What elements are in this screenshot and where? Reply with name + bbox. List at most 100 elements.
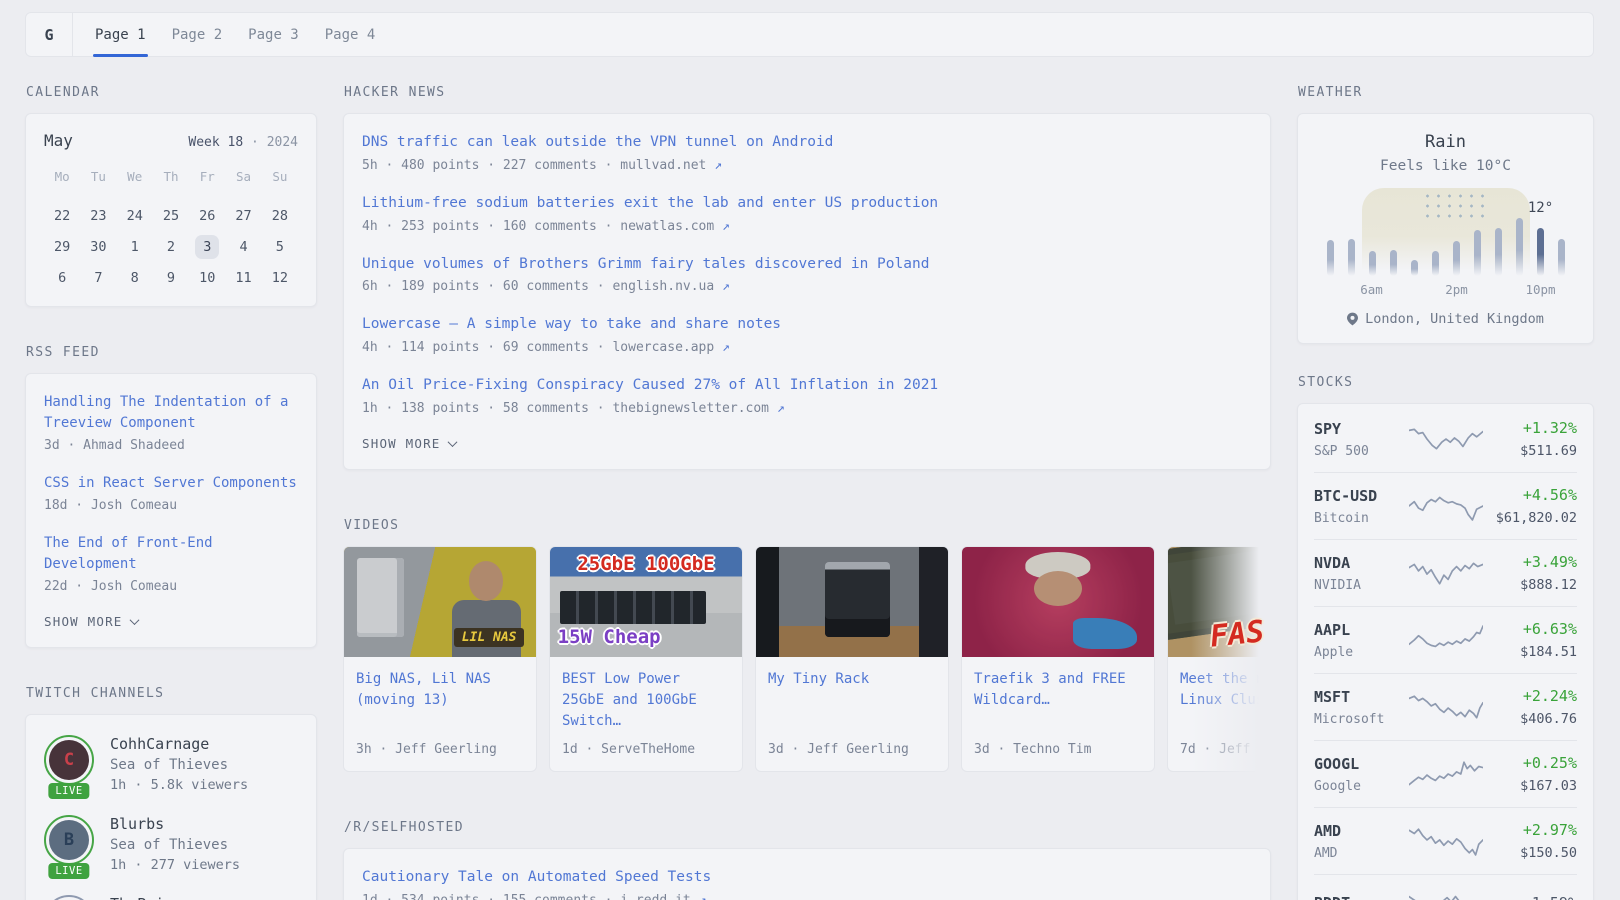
hn-item-link[interactable]: An Oil Price-Fixing Conspiracy Caused 27… <box>362 375 1252 397</box>
page-tabs: Page 1 Page 2 Page 3 Page 4 <box>73 13 375 56</box>
stock-company-name: AMD <box>1314 846 1409 861</box>
reddit-item-meta-text: 1d · 534 points · 155 comments · <box>362 893 612 900</box>
hn-item-meta: 5h · 480 points · 227 comments · mullvad… <box>362 158 1252 173</box>
reddit-item-link[interactable]: Cautionary Tale on Automated Speed Tests <box>362 867 1252 889</box>
video-card[interactable]: My Tiny Rack 3d · Jeff Geerling <box>755 546 949 772</box>
hn-item-meta-text: 1h · 138 points · 58 comments · <box>362 401 605 416</box>
avatar-letter: B <box>64 830 74 850</box>
video-card[interactable]: 25GbE 100GbE 15W Cheap BEST Low Power 25… <box>549 546 743 772</box>
reddit-item-domain-link[interactable]: i.redd.it <box>620 893 690 900</box>
twitch-channel-row[interactable]: LIVE ThePrimeagen <box>44 895 298 900</box>
hn-item-link[interactable]: Lowercase – A simple way to take and sha… <box>362 314 1252 336</box>
weather-bar-slot <box>1362 188 1383 276</box>
page-tab[interactable]: Page 2 <box>172 27 223 43</box>
stock-row[interactable]: RDDT -1.59% <box>1314 874 1577 900</box>
hn-item-meta-text: 6h · 189 points · 60 comments · <box>362 279 605 294</box>
page-tab[interactable]: Page 1 <box>95 27 146 43</box>
video-title-link[interactable]: Big NAS, Lil NAS (moving 13) <box>356 669 524 711</box>
stock-sparkline <box>1409 826 1483 856</box>
rss-show-more-button[interactable]: SHOW MORE <box>44 614 298 633</box>
calendar-day-cell: 2 <box>153 231 189 262</box>
page-tab[interactable]: Page 3 <box>248 27 299 43</box>
thumbnail-art <box>1034 571 1082 606</box>
hn-item-link[interactable]: DNS traffic can leak outside the VPN tun… <box>362 132 1252 154</box>
app-logo[interactable]: G <box>26 13 73 56</box>
twitch-channel-name: Blurbs <box>110 815 240 833</box>
rss-item-link[interactable]: Handling The Indentation of a Treeview C… <box>44 392 298 434</box>
calendar-day: 23 <box>82 204 114 228</box>
hn-item-domain-link[interactable]: mullvad.net <box>620 158 706 173</box>
hn-item-meta: 1h · 138 points · 58 comments · thebigne… <box>362 401 1252 416</box>
video-title-link[interactable]: Traefik 3 and FREE Wildcard… <box>974 669 1142 711</box>
stock-row[interactable]: MSFT Microsoft +2.24% $406.76 <box>1314 673 1577 740</box>
video-card-body: BEST Low Power 25GbE and 100GbE Switch… … <box>550 657 742 771</box>
thumbnail-art <box>560 591 706 624</box>
video-card[interactable]: LIL NAS Big NAS, Lil NAS (moving 13) 3h … <box>343 546 537 772</box>
hn-item-domain-link[interactable]: english.nv.ua <box>612 279 714 294</box>
hn-item-link[interactable]: Unique volumes of Brothers Grimm fairy t… <box>362 254 1252 276</box>
stock-company-name: Microsoft <box>1314 712 1409 727</box>
hn-show-more-button[interactable]: SHOW MORE <box>362 436 1252 455</box>
stock-row[interactable]: AMD AMD +2.97% $150.50 <box>1314 807 1577 874</box>
calendar-day-cell: 24 <box>117 200 153 231</box>
calendar-day: 5 <box>268 235 292 259</box>
calendar-weekday: Sa <box>225 168 261 184</box>
hn-item-link[interactable]: Lithium-free sodium batteries exit the l… <box>362 193 1252 215</box>
hn-item-domain-link[interactable]: newatlas.com <box>620 219 714 234</box>
video-card[interactable]: FAS Meet the ne Linux Clust 7d · Jeff G <box>1167 546 1271 772</box>
twitch-channel-row[interactable]: B LIVE Blurbs Sea of Thieves 1h · 277 vi… <box>44 815 298 873</box>
reddit-item-meta: 1d · 534 points · 155 comments · i.redd.… <box>362 893 1252 900</box>
video-card-body: Meet the ne Linux Clust 7d · Jeff G <box>1168 657 1271 771</box>
stock-price: $61,820.02 <box>1483 510 1578 526</box>
calendar-day: 3 <box>195 235 219 259</box>
calendar-weekday-row: Mo Tu We Th Fr Sa Su <box>44 168 298 184</box>
thumbnail-art <box>1025 552 1090 578</box>
thumbnail-art <box>756 547 779 657</box>
hn-item-domain-link[interactable]: lowercase.app <box>612 340 714 355</box>
hn-item-domain-link[interactable]: thebignewsletter.com <box>612 401 769 416</box>
calendar-day-cell: 27 <box>225 200 261 231</box>
stock-price: $888.12 <box>1483 577 1578 593</box>
calendar-day: 29 <box>46 235 78 259</box>
stock-change-percent: +6.63% <box>1483 620 1578 638</box>
rss-item-link[interactable]: The End of Front-End Development <box>44 533 298 575</box>
video-thumbnail <box>962 547 1154 657</box>
hn-item-meta-text: 5h · 480 points · 227 comments · <box>362 158 612 173</box>
weather-bar-slot <box>1404 188 1425 276</box>
calendar-day-cell: 6 <box>44 262 80 293</box>
stock-row[interactable]: NVDA NVIDIA +3.49% $888.12 <box>1314 539 1577 606</box>
video-card[interactable]: Traefik 3 and FREE Wildcard… 3d · Techno… <box>961 546 1155 772</box>
live-badge: LIVE <box>48 783 89 799</box>
dashboard-grid: CALENDAR May Week 18 · 2024 Mo Tu We Th <box>25 78 1594 900</box>
stock-row[interactable]: GOOGL Google +0.25% $167.03 <box>1314 740 1577 807</box>
calendar-weekday: We <box>117 168 153 184</box>
live-badge: LIVE <box>48 863 89 879</box>
external-link-icon: ↗ <box>699 893 707 900</box>
hn-show-more-label: SHOW MORE <box>362 436 441 451</box>
calendar-day-cell: 8 <box>117 262 153 293</box>
video-title-link[interactable]: My Tiny Rack <box>768 669 936 690</box>
rss-item-link[interactable]: CSS in React Server Components <box>44 473 298 494</box>
video-title-link[interactable]: Meet the ne Linux Clust <box>1180 669 1271 711</box>
hn-item-meta: 4h · 114 points · 69 comments · lowercas… <box>362 340 1252 355</box>
page-tab[interactable]: Page 4 <box>325 27 376 43</box>
weather-time-axis: 6am 2pm 10pm <box>1320 282 1572 298</box>
stock-row[interactable]: SPY S&P 500 +1.32% $511.69 <box>1314 406 1577 472</box>
video-thumbnail <box>756 547 948 657</box>
calendar-day-cell: 29 <box>44 231 80 262</box>
calendar-weekday: Su <box>262 168 298 184</box>
stock-row[interactable]: BTC-USD Bitcoin +4.56% $61,820.02 <box>1314 472 1577 539</box>
twitch-channel-row[interactable]: C LIVE CohhCarnage Sea of Thieves 1h · 5… <box>44 735 298 793</box>
stock-row[interactable]: AAPL Apple +6.63% $184.51 <box>1314 606 1577 673</box>
video-title-link[interactable]: BEST Low Power 25GbE and 100GbE Switch… <box>562 669 730 732</box>
stock-ticker: AMD <box>1314 822 1409 840</box>
calendar-day: 10 <box>191 266 223 290</box>
thumbnail-art <box>1073 618 1136 649</box>
rss-item: The End of Front-End Development 22d · J… <box>44 533 298 594</box>
calendar-month: May <box>44 131 73 150</box>
stock-change-percent: +1.32% <box>1483 419 1578 437</box>
calendar-week-number: Week 18 <box>188 135 243 150</box>
twitch-avatar-wrap: B LIVE <box>44 815 94 873</box>
weather-bar <box>1537 228 1544 276</box>
stock-company-name: Apple <box>1314 645 1409 660</box>
